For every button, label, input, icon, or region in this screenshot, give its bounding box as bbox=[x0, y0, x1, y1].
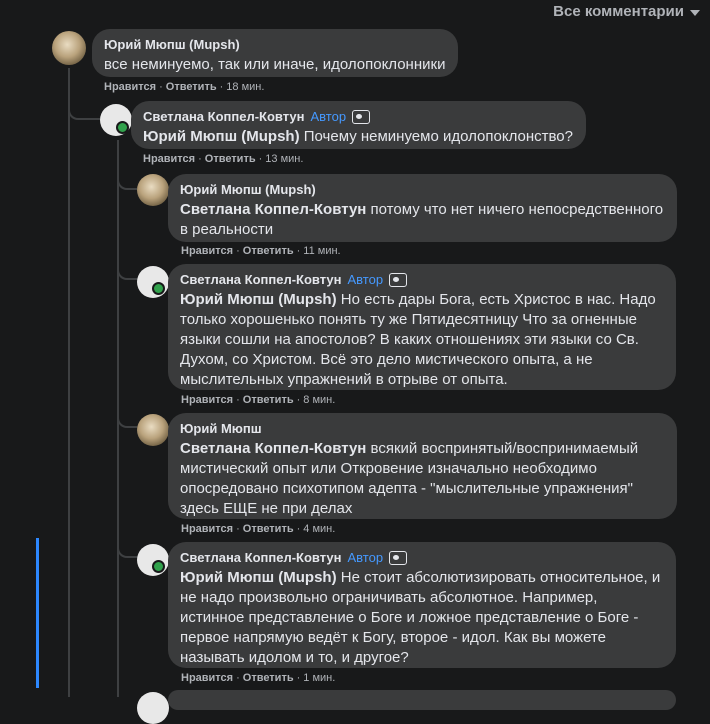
like-button[interactable]: Нравится bbox=[143, 153, 195, 165]
reply-button[interactable]: Ответить bbox=[166, 81, 217, 93]
comment-text: Юрий Мюпш (Mupsh) Но есть дары Бога, ест… bbox=[180, 290, 664, 390]
thread-connector bbox=[117, 406, 137, 428]
comment-bubble: Светлана Коппел-Ковтун Автор Юрий Мюпш (… bbox=[168, 542, 676, 668]
chevron-down-icon bbox=[690, 9, 700, 16]
separator: · bbox=[296, 245, 301, 257]
reply-button[interactable]: Ответить bbox=[243, 394, 294, 406]
comment-bubble: Светлана Коппел-Ковтун Автор Юрий Мюпш (… bbox=[131, 101, 586, 149]
mention-link[interactable]: Светлана Коппел-Ковтун bbox=[180, 440, 366, 457]
author-icon bbox=[389, 551, 408, 565]
thread-line-main bbox=[68, 68, 70, 697]
comment-author[interactable]: Светлана Коппел-Ковтун bbox=[180, 550, 342, 566]
like-button[interactable]: Нравится bbox=[104, 81, 156, 93]
separator: · bbox=[236, 523, 240, 535]
separator: · bbox=[296, 672, 301, 684]
author-badge: Автор bbox=[347, 550, 384, 565]
author-badge: Автор bbox=[310, 109, 347, 124]
comment-bubble: Юрий Мюпш (Mupsh) Светлана Коппел-Ковтун… bbox=[168, 174, 677, 242]
author-icon bbox=[389, 273, 408, 287]
comment-actions: Нравится · Ответить · 11 мин. bbox=[181, 245, 341, 257]
author-badge: Автор bbox=[347, 272, 384, 287]
comment-timestamp[interactable]: 11 мин. bbox=[303, 245, 340, 257]
mention-link[interactable]: Юрий Мюпш (Mupsh) bbox=[180, 291, 337, 308]
like-button[interactable]: Нравится bbox=[181, 523, 233, 535]
comment-sort-label: Все комментарии bbox=[553, 3, 684, 20]
comment-timestamp[interactable]: 13 мин. bbox=[265, 153, 303, 165]
comment-timestamp[interactable]: 4 мин. bbox=[303, 523, 335, 535]
separator: · bbox=[198, 153, 202, 165]
comment-bubble bbox=[168, 690, 676, 710]
thread-connector bbox=[117, 168, 137, 190]
comment-text: Светлана Коппел-Ковтун всякий восприняты… bbox=[180, 439, 665, 519]
comment-text: Юрий Мюпш (Mupsh) Не стоит абсолютизиров… bbox=[180, 568, 664, 668]
separator: · bbox=[296, 523, 301, 535]
separator: · bbox=[219, 81, 224, 93]
comment-timestamp[interactable]: 1 мин. bbox=[303, 672, 335, 684]
like-button[interactable]: Нравится bbox=[181, 672, 233, 684]
comment-author[interactable]: Светлана Коппел-Ковтун bbox=[143, 109, 305, 125]
author-icon bbox=[352, 110, 371, 124]
comment-actions: Нравится · Ответить · 8 мин. bbox=[181, 394, 335, 406]
comment-body: Почему неминуемо идолопоклонство? bbox=[303, 128, 573, 145]
thread-connector bbox=[117, 536, 137, 558]
separator: · bbox=[258, 153, 263, 165]
avatar[interactable] bbox=[137, 174, 169, 206]
like-button[interactable]: Нравится bbox=[181, 394, 233, 406]
comment-actions: Нравится · Ответить · 13 мин. bbox=[143, 153, 303, 165]
focus-indicator bbox=[36, 538, 39, 688]
comment-author[interactable]: Юрий Мюпш (Mupsh) bbox=[104, 37, 240, 53]
comment-text: Юрий Мюпш (Mupsh) Почему неминуемо идоло… bbox=[143, 127, 574, 147]
reply-button[interactable]: Ответить bbox=[243, 245, 294, 257]
mention-link[interactable]: Светлана Коппел-Ковтун bbox=[180, 201, 366, 218]
comment-bubble: Юрий Мюпш Светлана Коппел-Ковтун всякий … bbox=[168, 413, 677, 519]
reply-button[interactable]: Ответить bbox=[243, 523, 294, 535]
comment-bubble: Светлана Коппел-Ковтун Автор Юрий Мюпш (… bbox=[168, 264, 676, 390]
comment-author[interactable]: Юрий Мюпш bbox=[180, 421, 262, 437]
avatar[interactable] bbox=[52, 31, 86, 65]
comment-author[interactable]: Светлана Коппел-Ковтун bbox=[180, 272, 342, 288]
comment-actions: Нравится · Ответить · 4 мин. bbox=[181, 523, 335, 535]
comment-sort-dropdown[interactable]: Все комментарии bbox=[553, 3, 700, 20]
like-button[interactable]: Нравится bbox=[181, 245, 233, 257]
online-status-dot bbox=[116, 121, 129, 134]
thread-connector bbox=[68, 96, 100, 120]
separator: · bbox=[296, 394, 301, 406]
separator: · bbox=[159, 81, 163, 93]
mention-link[interactable]: Юрий Мюпш (Mupsh) bbox=[143, 128, 300, 145]
separator: · bbox=[236, 672, 240, 684]
comment-bubble: Юрий Мюпш (Mupsh) все неминуемо, так или… bbox=[92, 29, 458, 77]
avatar[interactable] bbox=[137, 414, 169, 446]
comment-timestamp[interactable]: 18 мин. bbox=[226, 81, 264, 93]
comment-actions: Нравится · Ответить · 18 мин. bbox=[104, 81, 264, 93]
thread-connector bbox=[117, 258, 137, 280]
reply-button[interactable]: Ответить bbox=[205, 153, 256, 165]
reply-button[interactable]: Ответить bbox=[243, 672, 294, 684]
comment-actions: Нравится · Ответить · 1 мин. bbox=[181, 672, 335, 684]
separator: · bbox=[236, 394, 240, 406]
online-status-dot bbox=[152, 560, 165, 573]
comment-timestamp[interactable]: 8 мин. bbox=[303, 394, 335, 406]
comment-author[interactable]: Юрий Мюпш (Mupsh) bbox=[180, 182, 316, 198]
mention-link[interactable]: Юрий Мюпш (Mupsh) bbox=[180, 569, 337, 586]
comment-text: все неминуемо, так или иначе, идолопокло… bbox=[104, 56, 446, 73]
comment-text: Светлана Коппел-Ковтун потому что нет ни… bbox=[180, 200, 665, 240]
separator: · bbox=[236, 245, 240, 257]
online-status-dot bbox=[152, 282, 165, 295]
